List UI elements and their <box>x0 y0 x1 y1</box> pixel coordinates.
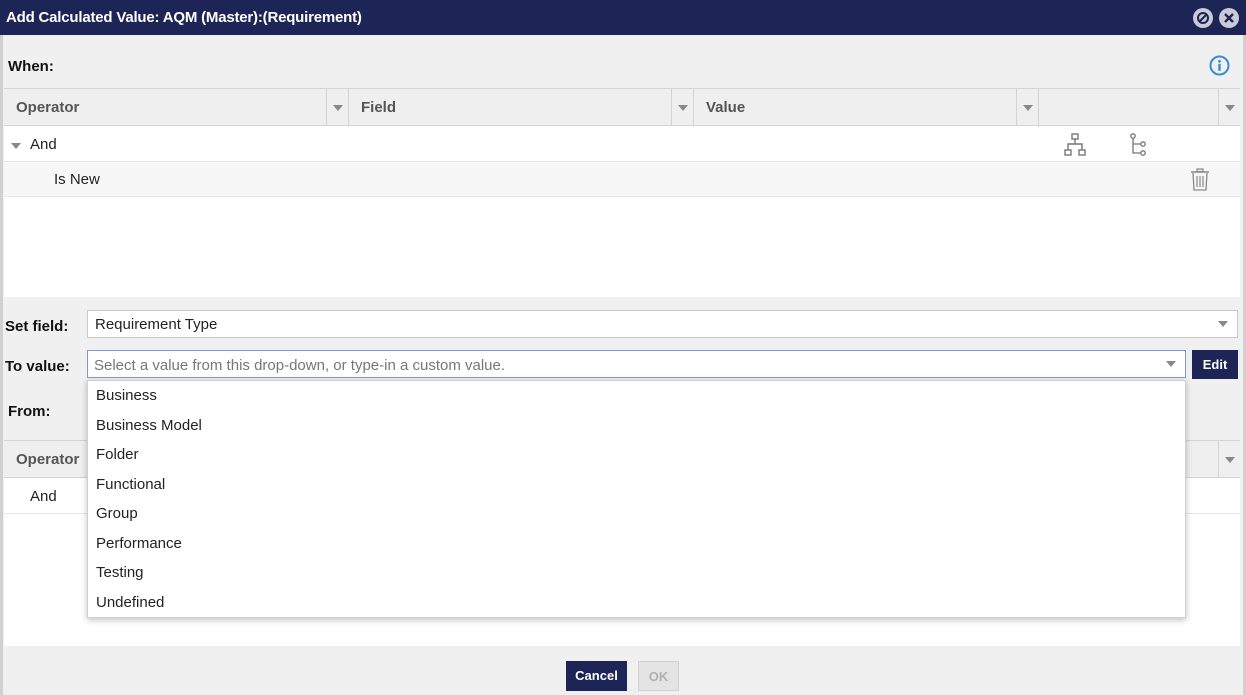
to-value-input[interactable]: Select a value from this drop-down, or t… <box>94 357 505 374</box>
trash-icon[interactable] <box>1190 168 1210 196</box>
chevron-down-icon[interactable] <box>671 89 693 126</box>
dialog-title: Add Calculated Value: AQM (Master):(Requ… <box>6 9 362 26</box>
when-conditions-grid: Operator Field Value And Is New <box>4 88 1240 297</box>
option-performance[interactable]: Performance <box>96 535 182 552</box>
add-condition-icon[interactable] <box>1129 133 1149 161</box>
column-actions[interactable] <box>1039 89 1240 127</box>
chevron-down-icon[interactable] <box>1016 89 1038 126</box>
column-operator-label: Operator <box>16 451 80 468</box>
to-value-combobox[interactable]: Select a value from this drop-down, or t… <box>87 350 1186 378</box>
from-label: From: <box>8 403 51 420</box>
column-operator-label: Operator <box>16 99 80 116</box>
option-group[interactable]: Group <box>96 505 138 522</box>
column-operator[interactable]: Operator <box>4 89 349 127</box>
cancel-button[interactable]: Cancel <box>566 661 627 691</box>
condition-operator: And <box>30 136 57 153</box>
option-functional[interactable]: Functional <box>96 476 165 493</box>
to-value-dropdown-list: Business Business Model Folder Functiona… <box>87 380 1186 618</box>
when-label: When: <box>8 58 54 75</box>
column-field-label: Field <box>361 99 397 116</box>
add-group-icon[interactable] <box>1064 133 1086 161</box>
chevron-down-icon[interactable] <box>326 89 348 126</box>
condition-operator: And <box>30 488 57 505</box>
when-grid-header: Operator Field Value <box>4 88 1240 127</box>
chevron-down-icon[interactable] <box>1218 89 1240 126</box>
to-value-label: To value: <box>5 358 70 375</box>
chevron-down-icon[interactable] <box>1218 441 1240 478</box>
set-field-label: Set field: <box>5 318 69 335</box>
condition-row-is-new[interactable]: Is New <box>4 162 1240 197</box>
expand-arrow-icon[interactable] <box>11 143 21 149</box>
set-field-select[interactable]: Requirement Type <box>87 310 1238 338</box>
ok-button[interactable]: OK <box>638 661 679 691</box>
column-value[interactable]: Value <box>694 89 1039 127</box>
edit-button[interactable]: Edit <box>1192 350 1238 379</box>
option-folder[interactable]: Folder <box>96 446 139 463</box>
option-business[interactable]: Business <box>96 387 157 404</box>
chevron-down-icon[interactable] <box>1166 361 1176 367</box>
column-field[interactable]: Field <box>349 89 694 127</box>
chevron-down-icon[interactable] <box>1218 321 1228 327</box>
option-business-model[interactable]: Business Model <box>96 417 202 434</box>
condition-text: Is New <box>54 171 100 188</box>
option-testing[interactable]: Testing <box>96 564 144 581</box>
info-icon[interactable] <box>1209 55 1230 76</box>
condition-row-and[interactable]: And <box>4 127 1240 162</box>
option-undefined[interactable]: Undefined <box>96 594 164 611</box>
title-bar: Add Calculated Value: AQM (Master):(Requ… <box>0 0 1246 35</box>
set-field-value: Requirement Type <box>95 316 218 333</box>
minimize-icon[interactable] <box>1193 8 1213 28</box>
close-icon[interactable] <box>1219 8 1239 28</box>
column-value-label: Value <box>706 99 746 116</box>
